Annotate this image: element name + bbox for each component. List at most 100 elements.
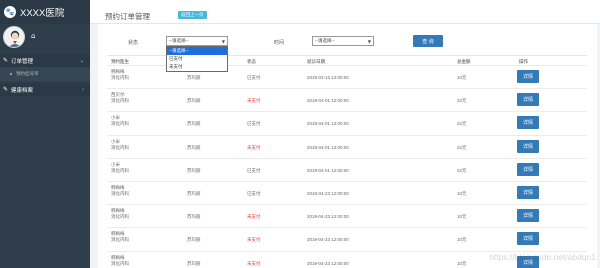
home-icon[interactable]: ⌂ xyxy=(31,32,35,40)
amount-cell: 10元 xyxy=(457,214,467,220)
department-name: 消化内科 xyxy=(111,214,129,220)
date-cell: 2019-04-23 12:00:00 xyxy=(307,214,349,220)
filter-bar: 状态 --请选择-- ▼ 时间 --请选择-- ▼ 查 询 --请选择-- 已支… xyxy=(98,24,597,72)
table-row: 西贝尔 消化内科 苏玛丽 未支付 2019-04-01 12:00:00 22元 详情 xyxy=(107,89,587,113)
doctor-cell: 小米 消化内科 xyxy=(111,162,129,174)
status-option[interactable]: 已支付 xyxy=(167,55,227,63)
amount-cell: 10元 xyxy=(457,237,467,243)
amount-cell: 10元 xyxy=(457,75,467,80)
status-cell: 未支付 xyxy=(247,237,261,243)
date-cell: 2019-04-23 12:00:00 xyxy=(307,190,349,196)
detail-button[interactable]: 详情 xyxy=(517,185,539,199)
department-name: 消化内科 xyxy=(111,190,129,196)
department-name: 消化内科 xyxy=(111,260,129,266)
department-name: 消化内科 xyxy=(111,75,129,80)
profile: ⌂ xyxy=(0,24,90,52)
table-row: 韩梅梅 消化内科 苏玛丽 已支付 2019-04-23 12:00:00 10元 详情 xyxy=(107,182,587,206)
amount-cell: 10元 xyxy=(457,260,467,266)
query-button[interactable]: 查 询 xyxy=(413,35,443,47)
status-option[interactable]: --请选择-- xyxy=(167,47,227,55)
status-option[interactable]: 未支付 xyxy=(167,63,227,71)
sidebar-item-label: 订单管理 xyxy=(11,58,34,65)
date-cell: 2019-04-23 12:00:00 xyxy=(307,260,349,266)
avatar[interactable] xyxy=(3,26,25,48)
column-header: 操作 xyxy=(519,59,528,64)
department-name: 消化内科 xyxy=(111,167,129,173)
patient-cell: 苏玛丽 xyxy=(187,121,201,127)
detail-button[interactable]: 详情 xyxy=(517,162,539,176)
watermark: https://blog.csdn.net/abdqn1 xyxy=(489,252,596,262)
status-cell: 已支付 xyxy=(247,121,261,127)
sidebar-subitem-registration[interactable]: 预约挂号单 xyxy=(0,67,90,81)
table-row: 小米 消化内科 苏玛丽 已支付 2019-04-01 12:00:00 22元 详情 xyxy=(107,112,587,136)
main-panel: 状态 --请选择-- ▼ 时间 --请选择-- ▼ 查 询 --请选择-- 已支… xyxy=(98,24,597,268)
status-cell: 未支付 xyxy=(247,98,261,104)
status-cell: 未支付 xyxy=(247,214,261,220)
department-name: 消化内科 xyxy=(111,98,129,104)
sidebar-item-orders-header[interactable]: ✎ 订单管理 ⌄ xyxy=(0,54,90,67)
app-title: XXXX医院 xyxy=(20,8,65,19)
status-cell: 未支付 xyxy=(247,144,261,150)
table-body: 韩梅梅 消化内科 苏玛丽 已支付 2019-03-13 12:00:00 10元 详情 西贝尔… xyxy=(107,66,587,268)
detail-button[interactable]: 详情 xyxy=(517,93,539,107)
doctor-cell: 小米 消化内科 xyxy=(111,115,129,127)
time-select[interactable]: --请选择-- ▼ xyxy=(312,36,374,46)
patient-cell: 苏玛丽 xyxy=(187,260,201,266)
amount-cell: 22元 xyxy=(457,98,467,104)
doctor-cell: 韩梅梅 消化内科 xyxy=(111,208,129,220)
bullet-icon xyxy=(10,73,12,75)
patient-cell: 苏玛丽 xyxy=(187,214,201,220)
patient-cell: 苏玛丽 xyxy=(187,190,201,196)
patient-cell: 苏玛丽 xyxy=(187,75,201,80)
column-header: 总金额 xyxy=(457,59,471,64)
time-select-value: --请选择-- xyxy=(315,38,335,43)
date-cell: 2019-04-01 12:00:00 xyxy=(307,167,349,173)
brand: 🐾 XXXX医院 xyxy=(0,0,90,24)
sidebar: 🐾 XXXX医院 ⌂ ✎ 订单管理 ⌄ 预约挂号单 ✎ 健康档案 ‹ xyxy=(0,0,90,268)
status-dropdown-list: --请选择-- 已支付 未支付 xyxy=(166,46,228,72)
status-cell: 已支付 xyxy=(247,167,261,173)
status-cell: 已支付 xyxy=(247,75,261,80)
time-label: 时间 xyxy=(274,40,285,46)
chevron-down-icon: ▼ xyxy=(367,38,371,44)
sidebar-item-label: 健康档案 xyxy=(11,87,34,94)
table-row: 小米 消化内科 苏玛丽 已支付 2019-04-01 12:00:00 22元 详情 xyxy=(107,159,587,182)
amount-cell: 22元 xyxy=(457,144,467,150)
status-label: 状态 xyxy=(128,40,139,46)
department-name: 消化内科 xyxy=(111,144,129,150)
detail-button[interactable]: 详情 xyxy=(517,232,539,246)
status-cell: 已支付 xyxy=(247,190,261,196)
chevron-down-icon: ▼ xyxy=(221,38,225,44)
detail-button[interactable]: 详情 xyxy=(517,139,539,153)
date-cell: 2019-04-01 12:00:00 xyxy=(307,121,349,127)
date-cell: 2019-03-13 12:00:00 xyxy=(307,75,349,80)
orders-table: 预约医生 患者 状态 就诊日期 总金额 操作 韩梅梅消化内科苏玛丽已支付2019… xyxy=(107,55,587,268)
column-header: 就诊日期 xyxy=(307,59,325,64)
amount-cell: 10元 xyxy=(457,190,467,196)
sidebar-subitem-label: 预约挂号单 xyxy=(16,71,39,76)
date-cell: 2019-04-23 12:00:00 xyxy=(307,237,349,243)
status-select[interactable]: --请选择-- ▼ xyxy=(166,36,228,46)
status-cell: 未支付 xyxy=(247,260,261,266)
edit-icon: ✎ xyxy=(3,86,9,93)
sidebar-item-health-header[interactable]: ✎ 健康档案 ‹ xyxy=(0,83,90,96)
sidebar-item-health-records[interactable]: ✎ 健康档案 ‹ xyxy=(0,83,90,96)
table-row: 韩梅梅 消化内科 苏玛丽 未支付 2019-04-23 12:00:00 10元 详情 xyxy=(107,228,587,252)
department-name: 消化内科 xyxy=(111,121,129,127)
top-bar: 预约订单管理 返回上一页 xyxy=(90,0,600,24)
doctor-cell: 韩梅梅 消化内科 xyxy=(111,255,129,267)
patient-cell: 苏玛丽 xyxy=(187,144,201,150)
patient-cell: 苏玛丽 xyxy=(187,98,201,104)
detail-button[interactable]: 详情 xyxy=(517,116,539,130)
table-row: 韩梅梅 消化内科苏玛丽 未支付 2019-04-23 12:00:00 10元 详情 xyxy=(107,205,587,229)
doctor-cell: 韩梅梅 消化内科 xyxy=(111,185,129,197)
user-avatar-icon xyxy=(8,30,22,47)
doctor-cell: 韩梅梅 消化内科 xyxy=(111,231,129,243)
back-button[interactable]: 返回上一页 xyxy=(178,11,207,19)
detail-button[interactable]: 详情 xyxy=(517,209,539,223)
date-cell: 2019-04-01 12:00:00 xyxy=(307,98,349,104)
sidebar-item-orders[interactable]: ✎ 订单管理 ⌄ 预约挂号单 xyxy=(0,54,90,81)
detail-button[interactable]: 详情 xyxy=(517,70,539,83)
table-row: 小米 消化内科 苏玛丽 未支付 2019-04-01 12:00:00 22元 详情 xyxy=(107,136,587,159)
paw-icon: 🐾 xyxy=(4,6,16,18)
